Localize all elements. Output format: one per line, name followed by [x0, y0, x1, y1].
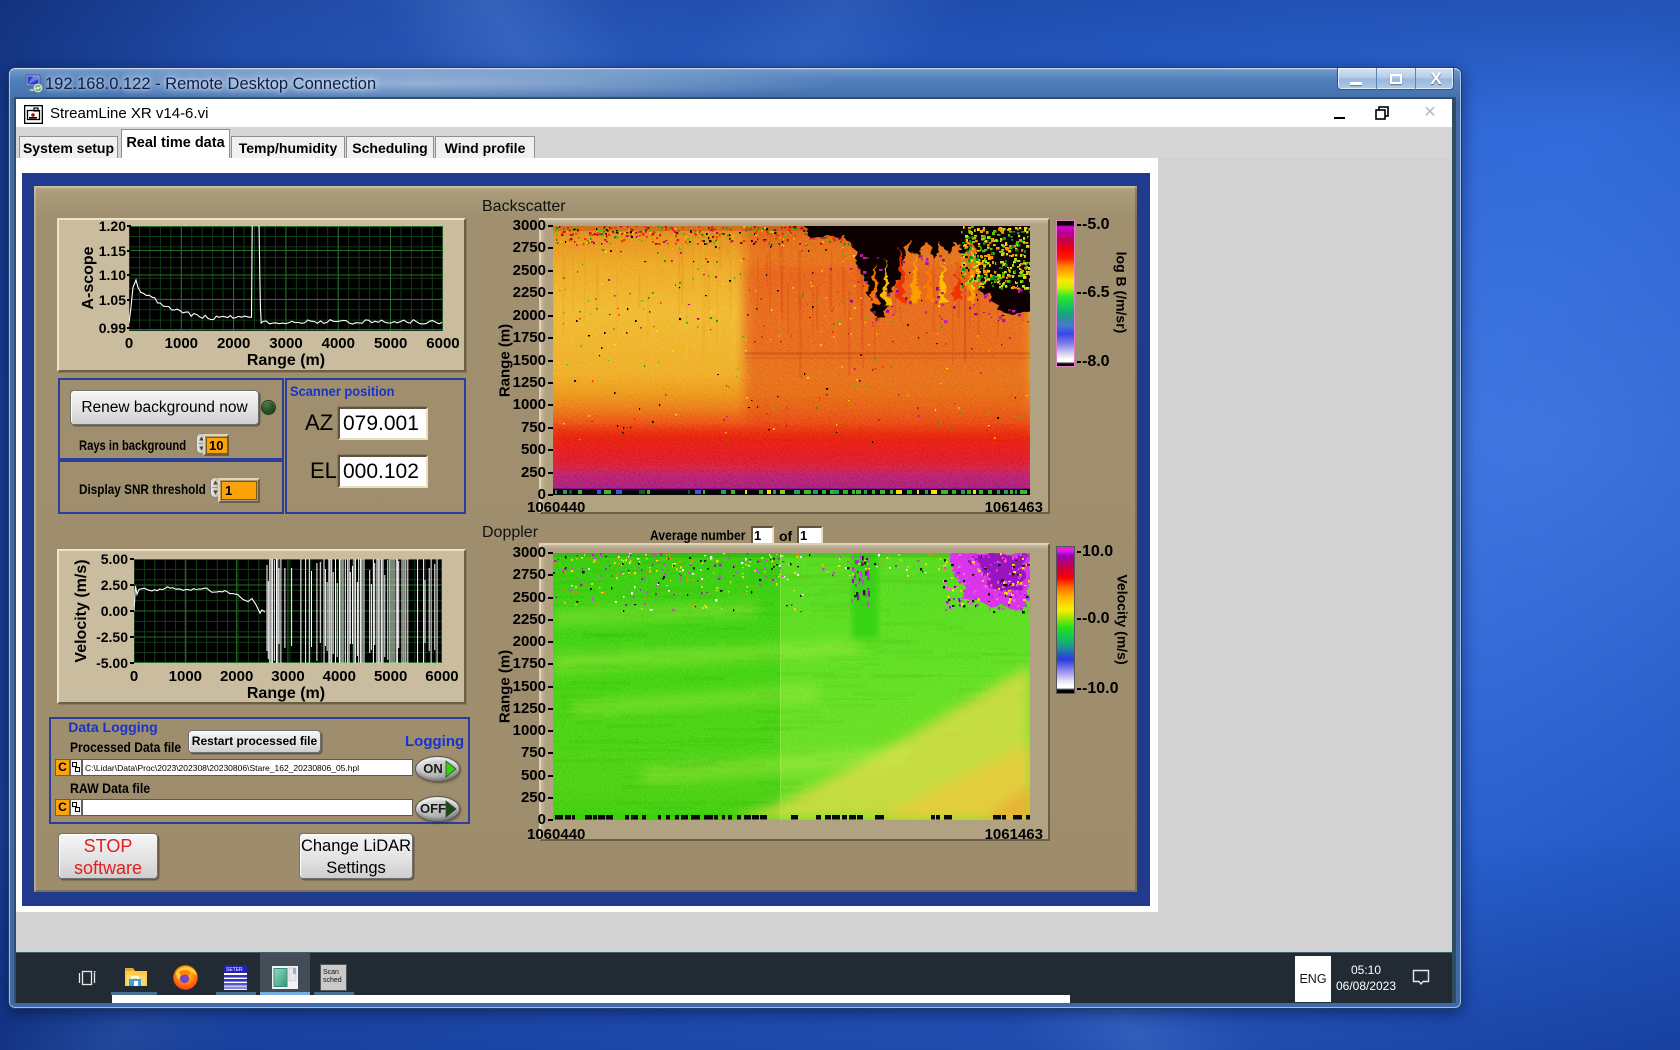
svg-text:SETER: SETER — [226, 967, 243, 973]
